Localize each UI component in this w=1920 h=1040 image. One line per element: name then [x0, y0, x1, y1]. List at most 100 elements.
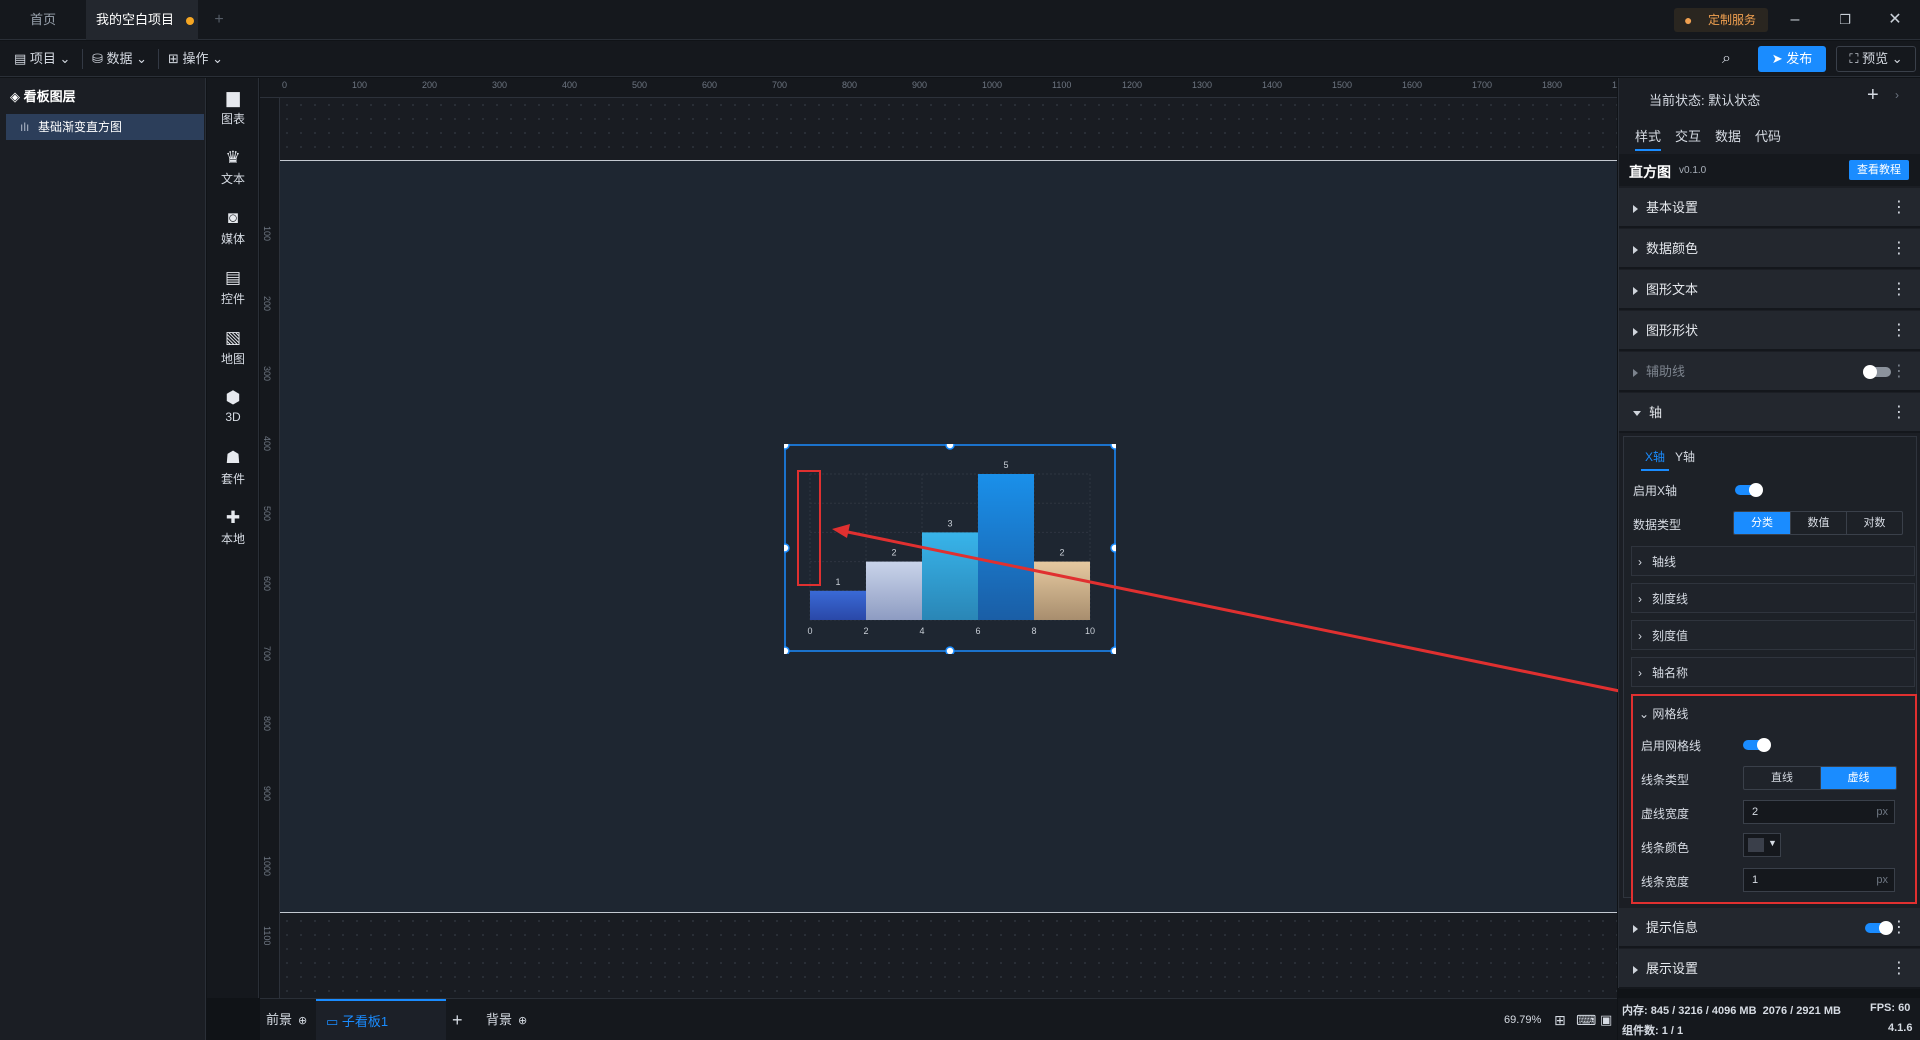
enable-x-axis-label: 启用X轴	[1633, 484, 1678, 498]
section-graphic-text[interactable]: 图形文本 ⋮	[1619, 270, 1920, 310]
foreground-label: 前景	[266, 1012, 293, 1027]
resize-handle[interactable]	[945, 444, 955, 450]
resize-handle[interactable]	[1110, 543, 1116, 553]
tooltip-toggle[interactable]	[1865, 921, 1893, 935]
more-icon[interactable]: ⋮	[1891, 188, 1907, 228]
map-icon: ▧	[224, 328, 242, 347]
component-map[interactable]: ▧ 地图	[207, 328, 259, 367]
more-icon[interactable]: ⋮	[1891, 949, 1907, 989]
minimize-icon[interactable]: –	[1770, 0, 1820, 40]
tab-subboard[interactable]: ▭ 子看板1	[316, 999, 446, 1040]
line-type-label: 线条类型	[1641, 773, 1690, 787]
custom-service-button[interactable]: ● 定制服务	[1674, 8, 1768, 32]
axis-tab-y-label: Y轴	[1675, 450, 1696, 464]
resize-handle[interactable]	[1110, 646, 1116, 654]
section-graphic-shape[interactable]: 图形形状 ⋮	[1619, 311, 1920, 351]
data-type-category[interactable]: 分类	[1734, 512, 1790, 534]
props-tab-interaction[interactable]: 交互	[1675, 126, 1701, 145]
component-media-label: 媒体	[220, 232, 245, 246]
section-tooltip[interactable]: 提示信息 ⋮	[1619, 908, 1920, 948]
fps-status: FPS: 60	[1870, 1002, 1910, 1014]
line-type-dashed[interactable]: 虚线	[1820, 767, 1896, 789]
axis-tab-x[interactable]: X轴	[1641, 448, 1670, 471]
fit-screen-icon[interactable]: ⊞	[1554, 999, 1566, 1040]
chevron-right-icon[interactable]: ›	[1895, 88, 1899, 102]
line-width-input[interactable]: 1 px	[1743, 868, 1895, 892]
memory-label: 内存:	[1622, 1005, 1648, 1017]
resize-handle[interactable]	[1110, 444, 1116, 450]
publish-button[interactable]: ➤ 发布	[1758, 46, 1826, 72]
component-local[interactable]: ✚ 本地	[207, 508, 259, 547]
histogram-bar	[810, 590, 866, 620]
props-tab-style[interactable]: 样式	[1635, 126, 1662, 151]
guide-line-toggle[interactable]	[1863, 365, 1891, 379]
subsection-axis-name[interactable]: › 轴名称	[1631, 657, 1915, 687]
state-label: 当前状态:	[1649, 93, 1705, 108]
menu-project[interactable]: ▤ 项目 ⌄	[14, 41, 70, 77]
restore-icon[interactable]: ❐	[1820, 0, 1870, 40]
section-guide-line[interactable]: 辅助线 ⋮	[1619, 352, 1920, 392]
props-tab-data[interactable]: 数据	[1715, 126, 1741, 145]
line-color-picker[interactable]: ▼	[1743, 833, 1781, 857]
tab-project[interactable]: 我的空白项目	[86, 0, 198, 40]
more-icon[interactable]: ⋮	[1891, 270, 1907, 310]
section-data-color[interactable]: 数据颜色 ⋮	[1619, 229, 1920, 269]
enable-gridline-toggle[interactable]	[1743, 738, 1771, 752]
more-icon[interactable]: ⋮	[1891, 229, 1907, 269]
keyboard-icon[interactable]: ⌨	[1576, 999, 1596, 1040]
terminal-icon[interactable]: ▣	[1600, 999, 1612, 1040]
layer-item[interactable]: ılı 基础渐变直方图	[6, 114, 204, 140]
props-tab-code[interactable]: 代码	[1755, 126, 1781, 145]
subsection-tick-value[interactable]: › 刻度值	[1631, 620, 1915, 650]
subsection-tick-line[interactable]: › 刻度线	[1631, 583, 1915, 613]
resize-handle[interactable]	[784, 646, 790, 654]
more-icon[interactable]: ⋮	[1891, 393, 1907, 433]
tutorial-button[interactable]: 查看教程	[1849, 160, 1909, 180]
menu-operation[interactable]: ⊞ 操作 ⌄	[168, 41, 223, 77]
canvas-area[interactable]: 0 100 200 300 400 500 600 700 800 900 1000 1100 1200…	[260, 78, 1617, 998]
add-board-icon[interactable]: +	[452, 999, 463, 1040]
component-kit[interactable]: ☗ 套件	[207, 448, 259, 487]
ruler-top: 0 100 200 300 400 500 600 700 800 900 1000 1100 1200…	[260, 78, 1617, 98]
component-3d[interactable]: ⬢ 3D	[207, 388, 259, 424]
more-icon[interactable]: ⋮	[1891, 908, 1907, 948]
search-icon[interactable]: ⌕	[1722, 41, 1731, 77]
section-guide-line-label: 辅助线	[1646, 364, 1686, 379]
gridline-header[interactable]: ⌄ 网格线	[1639, 705, 1688, 722]
tab-foreground[interactable]: 前景 ⊕	[266, 999, 307, 1040]
tab-home[interactable]: 首页	[0, 0, 86, 40]
more-icon[interactable]: ⋮	[1891, 311, 1907, 351]
histogram-widget[interactable]: 1 2 3 5 2 0 2 4 6 8 10	[784, 444, 1116, 654]
preview-button[interactable]: ⛶ 预览 ⌄	[1836, 46, 1916, 72]
dash-width-input[interactable]: 2 px	[1743, 800, 1895, 824]
close-icon[interactable]: ✕	[1870, 0, 1920, 40]
enable-x-axis-toggle[interactable]	[1735, 483, 1763, 497]
section-basic-settings[interactable]: 基本设置 ⋮	[1619, 188, 1920, 228]
section-axis[interactable]: 轴 ⋮	[1619, 393, 1920, 433]
component-control[interactable]: ▤ 控件	[207, 268, 259, 307]
add-state-icon[interactable]: +	[1867, 84, 1879, 107]
menu-data[interactable]: ⛁ 数据 ⌄	[92, 41, 147, 77]
ruler-x-tick: 600	[702, 80, 718, 90]
axis-tab-y[interactable]: Y轴	[1675, 448, 1695, 465]
add-tab-icon[interactable]: +	[206, 0, 232, 40]
data-type-log[interactable]: 对数	[1846, 512, 1902, 534]
section-display-settings[interactable]: 展示设置 ⋮	[1619, 949, 1920, 989]
ruler-x-tick: 1900	[1612, 80, 1617, 90]
subsection-axis-line[interactable]: › 轴线	[1631, 546, 1915, 576]
component-media[interactable]: ◙ 媒体	[207, 208, 259, 247]
data-type-value[interactable]: 数值	[1790, 512, 1846, 534]
resize-handle[interactable]	[784, 543, 790, 553]
data-type-segmented[interactable]: 分类 数值 对数	[1733, 511, 1903, 535]
tab-background[interactable]: 背景 ⊕	[486, 999, 527, 1040]
cube-icon: ⬢	[225, 388, 241, 407]
component-chart[interactable]: ▆ 图表	[207, 88, 259, 127]
component-text[interactable]: ♛ 文本	[207, 148, 259, 187]
more-icon[interactable]: ⋮	[1891, 352, 1907, 392]
ruler-x-tick: 1500	[1332, 80, 1353, 90]
resize-handle[interactable]	[945, 646, 955, 654]
caret-down-icon: ▼	[1768, 838, 1777, 848]
line-type-solid[interactable]: 直线	[1744, 767, 1820, 789]
resize-handle[interactable]	[784, 444, 790, 450]
line-type-segmented[interactable]: 直线 虚线	[1743, 766, 1897, 790]
